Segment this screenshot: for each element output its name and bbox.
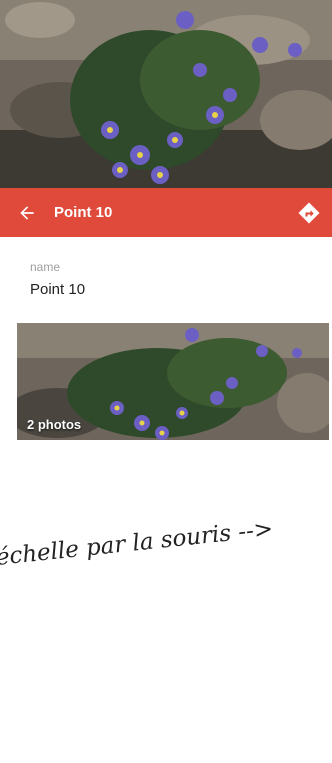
photo-gallery-tile[interactable]: 2 photos <box>17 323 329 440</box>
back-arrow-icon <box>20 205 34 220</box>
name-field-label: name <box>30 260 61 274</box>
app-toolbar: Point 10 <box>0 188 332 237</box>
handwritten-note: échelle par la souris --> <box>0 515 275 571</box>
directions-button[interactable] <box>286 188 332 237</box>
hero-photo <box>0 0 332 188</box>
flower-photo-image <box>0 0 332 188</box>
page-title: Point 10 <box>54 204 113 221</box>
photo-count-label: 2 photos <box>27 417 82 432</box>
name-field-value[interactable]: Point 10 <box>30 281 85 298</box>
back-button[interactable] <box>0 188 54 237</box>
directions-icon <box>298 202 320 223</box>
